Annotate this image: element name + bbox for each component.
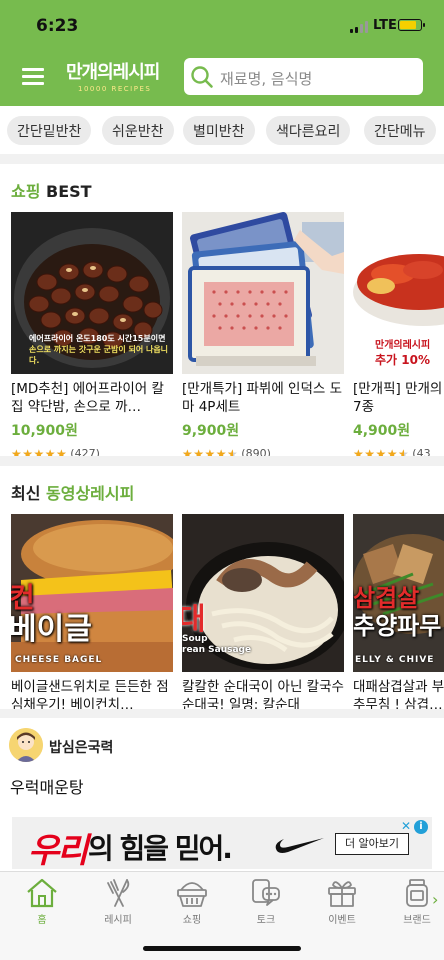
review-count: (890) — [241, 447, 271, 456]
tab-label: 홈 — [37, 915, 47, 926]
star-rating-icon: ★★★★★★★★★★ — [182, 446, 239, 457]
product-rating: ★★★★★ ★★★★★ (427) — [11, 443, 173, 457]
signal-icon — [350, 21, 370, 33]
ad-info-icon[interactable]: i — [414, 820, 428, 834]
basket-icon — [177, 882, 207, 907]
video-overlay-subtitle: CHEESE BAGEL — [15, 655, 103, 665]
home-icon — [27, 878, 57, 908]
video-thumbnail-sundae: 대 Soup rean Sausage — [182, 514, 344, 672]
video-card[interactable]: 대 Soup rean Sausage 칼칼한 순대국이 아닌 칼국수순대국! … — [182, 514, 344, 709]
search-icon — [191, 66, 213, 88]
logo-text: 만개의레시피 — [66, 62, 160, 83]
product-card[interactable]: [만개특가] 파뷔에 인덕스 도마 4P세트 9,900원 ★★★★★★★★★★… — [182, 212, 344, 456]
tab-label: 토크 — [256, 915, 276, 926]
product-title: [MD추천] 에어프라이어 칼집 약단밤, 손으로 까… — [11, 381, 164, 415]
status-time: 6:23 — [36, 16, 79, 36]
tab-home[interactable]: 홈 — [12, 878, 72, 926]
chip-simple-side-dish[interactable]: 쉬운반찬 — [102, 116, 174, 145]
product-overlay-caption: 에어프라이어 온도180도 시간15분이면 손으로 까지는 갓구운 군밤이 되어… — [29, 334, 169, 365]
status-bar: 6:23 LTE — [0, 0, 444, 48]
tab-label: 이벤트 — [328, 915, 356, 926]
video-overlay-title: 대 — [182, 602, 206, 637]
video-overlay-title: 컨 베이글 — [11, 581, 92, 647]
product-image-kimchi: 만개의레시피 추가 10% — [353, 212, 444, 374]
product-image-cutting-boards — [182, 212, 344, 374]
section-title-videos: 최신 동영상레시피 — [11, 484, 135, 503]
video-overlay-title: 삼겹살 추양파무 — [353, 584, 442, 640]
ad-headline: 의 힘을 믿어. — [88, 832, 233, 865]
video-title: 칼칼한 순대국이 아닌 칼국수순대국! 일명: 칼순대 — [182, 679, 344, 709]
product-rating: ★★★★★★★★★★(890) — [182, 443, 344, 457]
tab-label: 레시피 — [104, 915, 132, 926]
video-overlay-subtitle: ELLY & CHIVE — [355, 655, 435, 665]
avatar[interactable] — [9, 728, 43, 762]
search-placeholder: 재료명, 음식명 — [220, 70, 313, 88]
product-card[interactable]: 만개의레시피 추가 10% [만개픽] 만개의 엄선한 김치 7종 4,900원… — [353, 212, 444, 456]
chip-simple-menu[interactable]: 간단메뉴 — [364, 116, 436, 145]
product-price: 10,900원 — [11, 423, 78, 439]
tab-talk[interactable]: 토크 — [236, 878, 296, 926]
ad-banner[interactable]: 우리 의 힘을 믿어. 더 알아보기 ✕ i — [12, 817, 432, 869]
post-title[interactable]: 우럭매운탕 — [10, 774, 84, 798]
app-header: 만개의레시피 10000 RECIPES 재료명, 음식명 — [0, 48, 444, 106]
product-price: 9,900원 — [182, 423, 240, 439]
chevron-right-icon[interactable]: › — [432, 890, 438, 909]
swoosh-logo-icon — [275, 838, 324, 853]
video-title: 대패삼겹살과 부추무침 ! 삼겹… — [353, 679, 444, 709]
menu-icon[interactable] — [22, 68, 46, 86]
chip-easy-side-dish[interactable]: 간단밑반찬 — [7, 116, 92, 145]
ad-headline-red: 우리 — [28, 831, 89, 869]
video-card[interactable]: 컨 베이글 CHEESE BAGEL 베이글샌드위치로 든든한 점심채우기! 베… — [11, 514, 173, 709]
shopping-best-section: 쇼핑 BEST 에어프라이어 온도180도 시간15분이면 손으로 까지는 갓구… — [0, 164, 444, 456]
logo-subtext: 10000 RECIPES — [78, 85, 152, 93]
post-author[interactable]: 밥심은국력 — [49, 737, 113, 757]
product-price: 4,900원 — [353, 423, 411, 439]
network-type: LTE — [373, 18, 397, 33]
review-count: (427) — [70, 447, 100, 456]
video-card[interactable]: 삼겹살 추양파무 ELLY & CHIVE 대패삼겹살과 부추무침 ! 삼겹… — [353, 514, 444, 709]
tab-event[interactable]: 이벤트 — [312, 878, 372, 926]
gift-icon — [328, 881, 356, 907]
video-thumbnail-bagel: 컨 베이글 CHEESE BAGEL — [11, 514, 173, 672]
product-rating: ★★★★★★★★★★(43 — [353, 443, 444, 457]
video-title: 베이글샌드위치로 든든한 점심채우기! 베이컨치… — [11, 679, 169, 709]
product-title: [만개픽] 만개의 엄선한 김치 7종 — [353, 381, 444, 415]
category-chips: 간단밑반찬 쉬운반찬 별미반찬 색다른요리 간단메뉴 — [0, 106, 444, 154]
video-thumbnail-pork: 삼겹살 추양파무 ELLY & CHIVE — [353, 514, 444, 672]
star-rating-icon: ★★★★★★★★★★ — [11, 446, 68, 457]
section-title-shopping: 쇼핑 BEST — [11, 182, 92, 201]
tab-label: 쇼핑 — [182, 915, 202, 926]
jar-icon — [406, 879, 428, 907]
feed-post[interactable]: 밥심은국력 우럭매운탕 우리 의 힘을 믿어. 더 알아보기 ✕ i — [0, 718, 444, 878]
star-rating-icon: ★★★★★★★★★★ — [353, 446, 410, 457]
tab-label: 브랜드 — [403, 915, 431, 926]
chip-special-side-dish[interactable]: 별미반찬 — [183, 116, 255, 145]
home-indicator — [143, 946, 301, 951]
search-input[interactable]: 재료명, 음식명 — [184, 58, 423, 95]
ad-close-icon[interactable]: ✕ — [401, 819, 411, 833]
product-overlay-promo: 만개의레시피 추가 10% — [375, 340, 431, 367]
app-logo[interactable]: 만개의레시피 10000 RECIPES — [66, 58, 176, 98]
tab-shopping[interactable]: 쇼핑 — [162, 878, 222, 926]
video-recipes-section: 최신 동영상레시피 컨 베이글 CHEESE BAGEL 베이글샌드위치로 든든… — [0, 466, 444, 709]
product-image-chestnuts: 에어프라이어 온도180도 시간15분이면 손으로 까지는 갓구운 군밤이 되어… — [11, 212, 173, 374]
video-overlay-subtitle: Soup rean Sausage — [182, 634, 252, 655]
battery-icon — [398, 19, 425, 31]
fork-knife-icon — [107, 879, 130, 907]
chat-icon — [252, 879, 280, 906]
product-card[interactable]: 에어프라이어 온도180도 시간15분이면 손으로 까지는 갓구운 군밤이 되어… — [11, 212, 173, 456]
tab-recipe[interactable]: 레시피 — [88, 878, 148, 926]
chip-unique-dish[interactable]: 색다른요리 — [266, 116, 351, 145]
review-count: (43 — [412, 447, 431, 456]
ad-learn-more-button[interactable]: 더 알아보기 — [335, 833, 409, 855]
product-title: [만개특가] 파뷔에 인덕스 도마 4P세트 — [182, 381, 343, 415]
